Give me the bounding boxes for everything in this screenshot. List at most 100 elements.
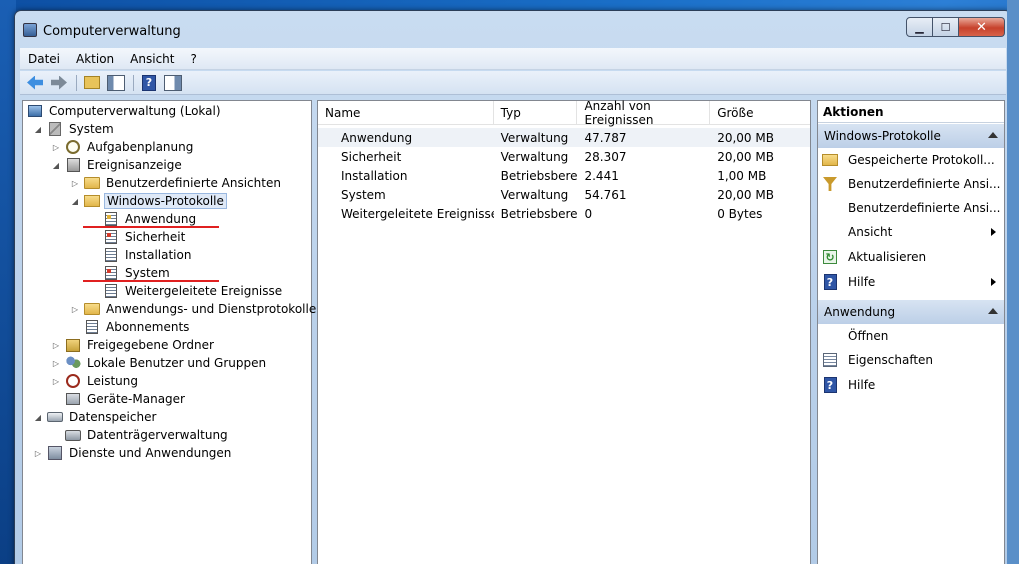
cell-typ: Betriebsbereit	[500, 168, 578, 183]
forward-button[interactable]	[48, 73, 70, 93]
action-eigenschaften[interactable]: Eigenschaften	[818, 348, 1004, 372]
expander-collapsed-icon[interactable]: ▷	[51, 358, 61, 368]
tree-item-geraete-manager[interactable]: Geräte-Manager	[65, 390, 187, 408]
collapse-caret-icon[interactable]	[988, 132, 998, 138]
menu-bar: Datei Aktion Ansicht ?	[20, 48, 1006, 70]
menu-ansicht[interactable]: Ansicht	[122, 52, 182, 66]
table-row[interactable]: Anwendung Verwaltung 47.787 20,00 MB	[318, 128, 810, 147]
tree-item-abonnements[interactable]: Abonnements	[84, 318, 191, 336]
title-bar[interactable]: Computerverwaltung ▁ ☐ ✕	[15, 11, 1011, 47]
expander-collapsed-icon[interactable]: ▷	[51, 142, 61, 152]
table-row[interactable]: Installation Betriebsbereit 2.441 1,00 M…	[318, 166, 810, 185]
tree-item-dienste-und-anwendungen[interactable]: ▷ Dienste und Anwendungen	[33, 444, 233, 462]
action-gespeicherte-protokolle[interactable]: Gespeicherte Protokoll...	[818, 148, 1004, 172]
actions-pane: Aktionen Windows-Protokolle Gespeicherte…	[817, 100, 1005, 564]
back-button[interactable]	[24, 73, 46, 93]
column-header-anzahl[interactable]: Anzahl von Ereignissen	[577, 99, 711, 127]
tree-item-datenspeicher[interactable]: ◢ Datenspeicher	[33, 408, 158, 426]
refresh-icon-shape: ↻	[823, 250, 837, 264]
expander-expanded-icon[interactable]: ◢	[33, 412, 43, 422]
action-benutzerdefinierte-ansicht-erstellen[interactable]: Benutzerdefinierte Ansi...	[818, 172, 1004, 196]
action-hilfe[interactable]: ? Hilfe	[818, 270, 1004, 294]
tree-item-label: System	[125, 266, 170, 280]
section-header-anwendung[interactable]: Anwendung	[818, 300, 1004, 324]
action-ansicht[interactable]: Ansicht	[818, 220, 1004, 244]
show-hide-tree-button[interactable]	[105, 73, 127, 93]
tree-item-label: Benutzerdefinierte Ansichten	[106, 176, 281, 190]
clock-icon	[65, 139, 81, 155]
cell-name: Installation	[341, 168, 408, 183]
cell-typ: Verwaltung	[500, 187, 569, 202]
tree-item-datentraegerverwaltung[interactable]: Datenträgerverwaltung	[65, 426, 230, 444]
tree-item-sicherheit[interactable]: Sicherheit	[103, 228, 187, 246]
log-icon-shape	[105, 284, 117, 298]
storage-icon	[47, 409, 63, 425]
expander-collapsed-icon[interactable]: ▷	[51, 340, 61, 350]
expander-collapsed-icon[interactable]: ▷	[33, 448, 43, 458]
cell-anzahl: 2.441	[584, 168, 619, 183]
tree-item-weitergeleitete-ereignisse[interactable]: Weitergeleitete Ereignisse	[103, 282, 284, 300]
log-icon-shape	[105, 266, 117, 280]
tree-item-anwendungs-und-dienstprotokolle[interactable]: ▷ Anwendungs- und Dienstprotokolle	[70, 300, 318, 318]
expander-expanded-icon[interactable]: ◢	[51, 160, 61, 170]
expander-expanded-icon[interactable]: ◢	[70, 196, 80, 206]
show-hide-action-pane-button[interactable]	[162, 73, 184, 93]
folder-icon	[84, 193, 100, 209]
section-header-windows-protokolle[interactable]: Windows-Protokolle	[818, 124, 1004, 148]
list-header: Name Typ Anzahl von Ereignissen Größe	[318, 99, 810, 127]
tree-item-system[interactable]: ◢ System	[33, 120, 116, 138]
tree-item-ereignisanzeige[interactable]: ◢ Ereignisanzeige	[51, 156, 184, 174]
show-hide-tree-icon	[107, 74, 125, 91]
column-header-name[interactable]: Name	[318, 101, 494, 125]
action-aktualisieren[interactable]: ↻ Aktualisieren	[818, 245, 1004, 269]
help-button[interactable]: ?	[138, 73, 160, 93]
log-list-view: Name Typ Anzahl von Ereignissen Größe An…	[317, 99, 811, 564]
log-icon	[103, 211, 119, 227]
cell-groesse: 0 Bytes	[717, 206, 763, 221]
menu-datei[interactable]: Datei	[20, 52, 68, 66]
tree-item-benutzerdefinierte-ansichten[interactable]: ▷ Benutzerdefinierte Ansichten	[70, 174, 283, 192]
tree-item-freigegebene-ordner[interactable]: ▷ Freigegebene Ordner	[51, 336, 216, 354]
menu-aktion[interactable]: Aktion	[68, 52, 122, 66]
tree-item-installation[interactable]: Installation	[103, 246, 193, 264]
column-header-groesse[interactable]: Größe	[710, 101, 810, 125]
action-hilfe-anwendung[interactable]: ? Hilfe	[818, 373, 1004, 397]
menu-help[interactable]: ?	[182, 52, 204, 66]
table-row[interactable]: Weitergeleitete Ereignisse Betriebsberei…	[318, 204, 810, 223]
maximize-button[interactable]: ☐	[933, 17, 959, 37]
tree-item-computerverwaltung[interactable]: Computerverwaltung (Lokal)	[27, 102, 223, 120]
log-icon	[84, 319, 100, 335]
close-button[interactable]: ✕	[959, 17, 1005, 37]
expander-collapsed-icon[interactable]: ▷	[70, 304, 80, 314]
action-benutzerdefinierte-ansicht-importieren[interactable]: Benutzerdefinierte Ansi...	[818, 196, 1004, 220]
table-row[interactable]: System Verwaltung 54.761 20,00 MB	[318, 185, 810, 204]
tree-item-lokale-benutzer[interactable]: ▷ Lokale Benutzer und Gruppen	[51, 354, 268, 372]
window-title: Computerverwaltung	[43, 24, 181, 39]
expander-collapsed-icon[interactable]: ▷	[70, 178, 80, 188]
action-oeffnen[interactable]: Öffnen	[818, 324, 1004, 348]
blank-icon	[822, 200, 838, 216]
cell-name: Anwendung	[341, 130, 413, 145]
expander-collapsed-icon[interactable]: ▷	[51, 376, 61, 386]
help-icon: ?	[822, 377, 838, 393]
cell-groesse: 20,00 MB	[717, 149, 774, 164]
log-icon-shape	[105, 212, 117, 226]
filter-icon-shape	[823, 177, 837, 191]
cell-name: Weitergeleitete Ereignisse	[341, 206, 494, 221]
folder-icon	[84, 175, 100, 191]
column-header-typ[interactable]: Typ	[494, 101, 578, 125]
tree-item-leistung[interactable]: ▷ Leistung	[51, 372, 140, 390]
performance-icon	[65, 373, 81, 389]
expander-expanded-icon[interactable]: ◢	[33, 124, 43, 134]
log-icon	[103, 229, 119, 245]
collapse-caret-icon[interactable]	[988, 308, 998, 314]
tree-item-windows-protokolle[interactable]: ◢ Windows-Protokolle	[70, 192, 227, 210]
minimize-button[interactable]: ▁	[906, 17, 933, 37]
up-one-level-button[interactable]	[81, 73, 103, 93]
tree-item-label: Geräte-Manager	[87, 392, 185, 406]
folder-up-icon	[84, 76, 100, 89]
action-label: Eigenschaften	[848, 353, 934, 367]
tree-item-aufgabenplanung[interactable]: ▷ Aufgabenplanung	[51, 138, 195, 156]
open-folder-icon-shape	[822, 154, 838, 166]
table-row[interactable]: Sicherheit Verwaltung 28.307 20,00 MB	[318, 147, 810, 166]
